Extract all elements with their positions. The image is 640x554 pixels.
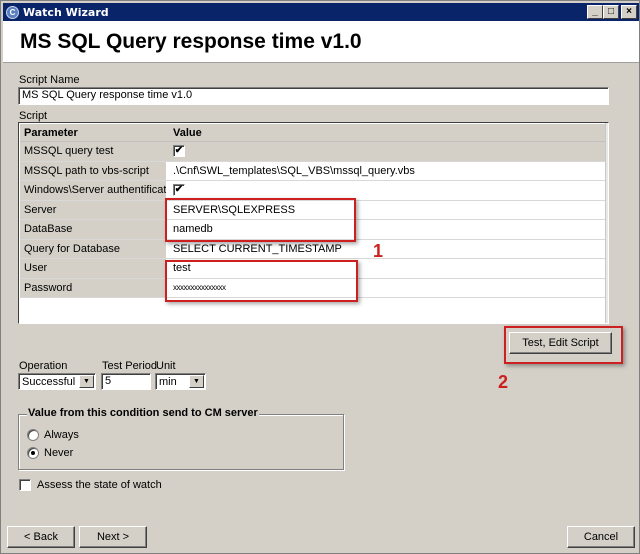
radio-label-never: Never — [44, 447, 74, 459]
send-to-cm-server-group: Value from this condition send to CM ser… — [18, 407, 344, 470]
cancel-button[interactable]: Cancel — [567, 526, 635, 548]
grid-row-windows-auth: Windows\Server authentification ✔ — [20, 181, 605, 201]
minimize-icon: _ — [592, 6, 598, 17]
grid-row-server: Server SERVER\SQLEXPRESS — [20, 200, 605, 220]
test-period-label: Test Period — [102, 360, 158, 372]
radio-button-never[interactable] — [27, 447, 39, 459]
assess-state-checkbox[interactable] — [19, 479, 31, 491]
operation-select[interactable]: Successful ▼ — [18, 373, 96, 390]
chevron-down-icon[interactable]: ▼ — [189, 375, 204, 388]
param-name: MSSQL query test — [20, 142, 166, 161]
radio-always[interactable]: Always — [27, 429, 79, 441]
maximize-button[interactable]: □ — [603, 5, 619, 19]
column-header-value: Value — [173, 126, 202, 139]
radio-never[interactable]: Never — [27, 447, 73, 459]
unit-label: Unit — [156, 360, 176, 372]
param-name: Server — [20, 200, 166, 219]
param-name: DataBase — [20, 220, 166, 239]
annotation-marker-2: 2 — [498, 372, 509, 392]
annotation-marker-1: 1 — [373, 241, 384, 261]
title-bar[interactable]: C Watch Wizard _ □ × — [3, 3, 639, 21]
test-period-input[interactable]: 5 — [101, 373, 151, 390]
header-band: MS SQL Query response time v1.0 — [3, 21, 639, 63]
back-button[interactable]: < Back — [7, 526, 75, 548]
operation-selected-value: Successful — [22, 375, 76, 388]
grid-row-vbs-path: MSSQL path to vbs-script .\Cnf\SWL_templ… — [20, 161, 605, 181]
database-value[interactable]: namedb — [166, 220, 605, 239]
app-icon: C — [6, 5, 19, 19]
unit-select[interactable]: min ▼ — [155, 373, 206, 390]
param-name: Windows\Server authentification — [20, 181, 181, 200]
user-value[interactable]: test — [166, 259, 605, 278]
server-value[interactable]: SERVER\SQLEXPRESS — [166, 200, 605, 219]
assess-state-label: Assess the state of watch — [37, 479, 162, 491]
unit-selected-value: min — [159, 375, 177, 388]
script-label: Script — [19, 110, 48, 122]
param-value: ✔ — [166, 142, 605, 161]
grid-row-query: Query for Database SELECT CURRENT_TIMEST… — [20, 239, 605, 259]
chevron-down-icon[interactable]: ▼ — [79, 375, 94, 388]
radio-selected-dot — [31, 451, 35, 455]
minimize-button[interactable]: _ — [587, 5, 603, 19]
watch-wizard-window: C Watch Wizard _ □ × MS SQL Query respon… — [0, 0, 640, 554]
page-title: MS SQL Query response time v1.0 — [20, 30, 362, 53]
column-header-parameter: Parameter — [24, 126, 78, 139]
checkmark-icon: ✔ — [174, 184, 184, 196]
mssql-query-test-checkbox[interactable]: ✔ — [173, 145, 185, 158]
param-name: MSSQL path to vbs-script — [20, 161, 166, 180]
grid-scroll-edge — [605, 123, 608, 323]
param-name: User — [20, 259, 166, 278]
grid-row-password: Password xxxxxxxxxxxxxxx — [20, 278, 605, 298]
query-value[interactable]: SELECT CURRENT_TIMESTAMP — [166, 239, 605, 258]
param-name: Password — [20, 278, 166, 297]
grid-row-database: DataBase namedb — [20, 220, 605, 240]
grid-row-mssql-query-test: MSSQL query test ✔ — [20, 142, 605, 162]
script-name-label: Script Name — [19, 74, 80, 86]
test-edit-script-button[interactable]: Test, Edit Script — [509, 332, 612, 354]
assess-state-option[interactable]: Assess the state of watch — [19, 479, 162, 491]
radio-label-always: Always — [44, 429, 79, 441]
param-value: ✔ — [166, 181, 605, 200]
window-controls: _ □ × — [587, 5, 637, 19]
group-legend: Value from this condition send to CM ser… — [27, 407, 259, 419]
param-name: Query for Database — [20, 239, 166, 258]
operation-label: Operation — [19, 360, 68, 372]
maximize-icon: □ — [607, 6, 615, 17]
windows-auth-checkbox[interactable]: ✔ — [173, 184, 185, 197]
grid-row-user: User test — [20, 259, 605, 279]
password-value[interactable]: xxxxxxxxxxxxxxx — [166, 278, 605, 297]
next-button[interactable]: Next > — [79, 526, 147, 548]
close-button[interactable]: × — [621, 5, 637, 19]
script-name-input[interactable]: MS SQL Query response time v1.0 — [18, 87, 609, 105]
script-parameter-grid: Parameter Value MSSQL query test ✔ MSSQL… — [18, 122, 609, 324]
close-icon: × — [626, 6, 632, 17]
window-title: Watch Wizard — [23, 5, 109, 19]
radio-button-always[interactable] — [27, 429, 39, 441]
grid-header: Parameter Value — [20, 124, 605, 142]
checkmark-icon: ✔ — [174, 145, 184, 157]
vbs-path-value[interactable]: .\Cnf\SWL_templates\SQL_VBS\mssql_query.… — [166, 161, 605, 180]
